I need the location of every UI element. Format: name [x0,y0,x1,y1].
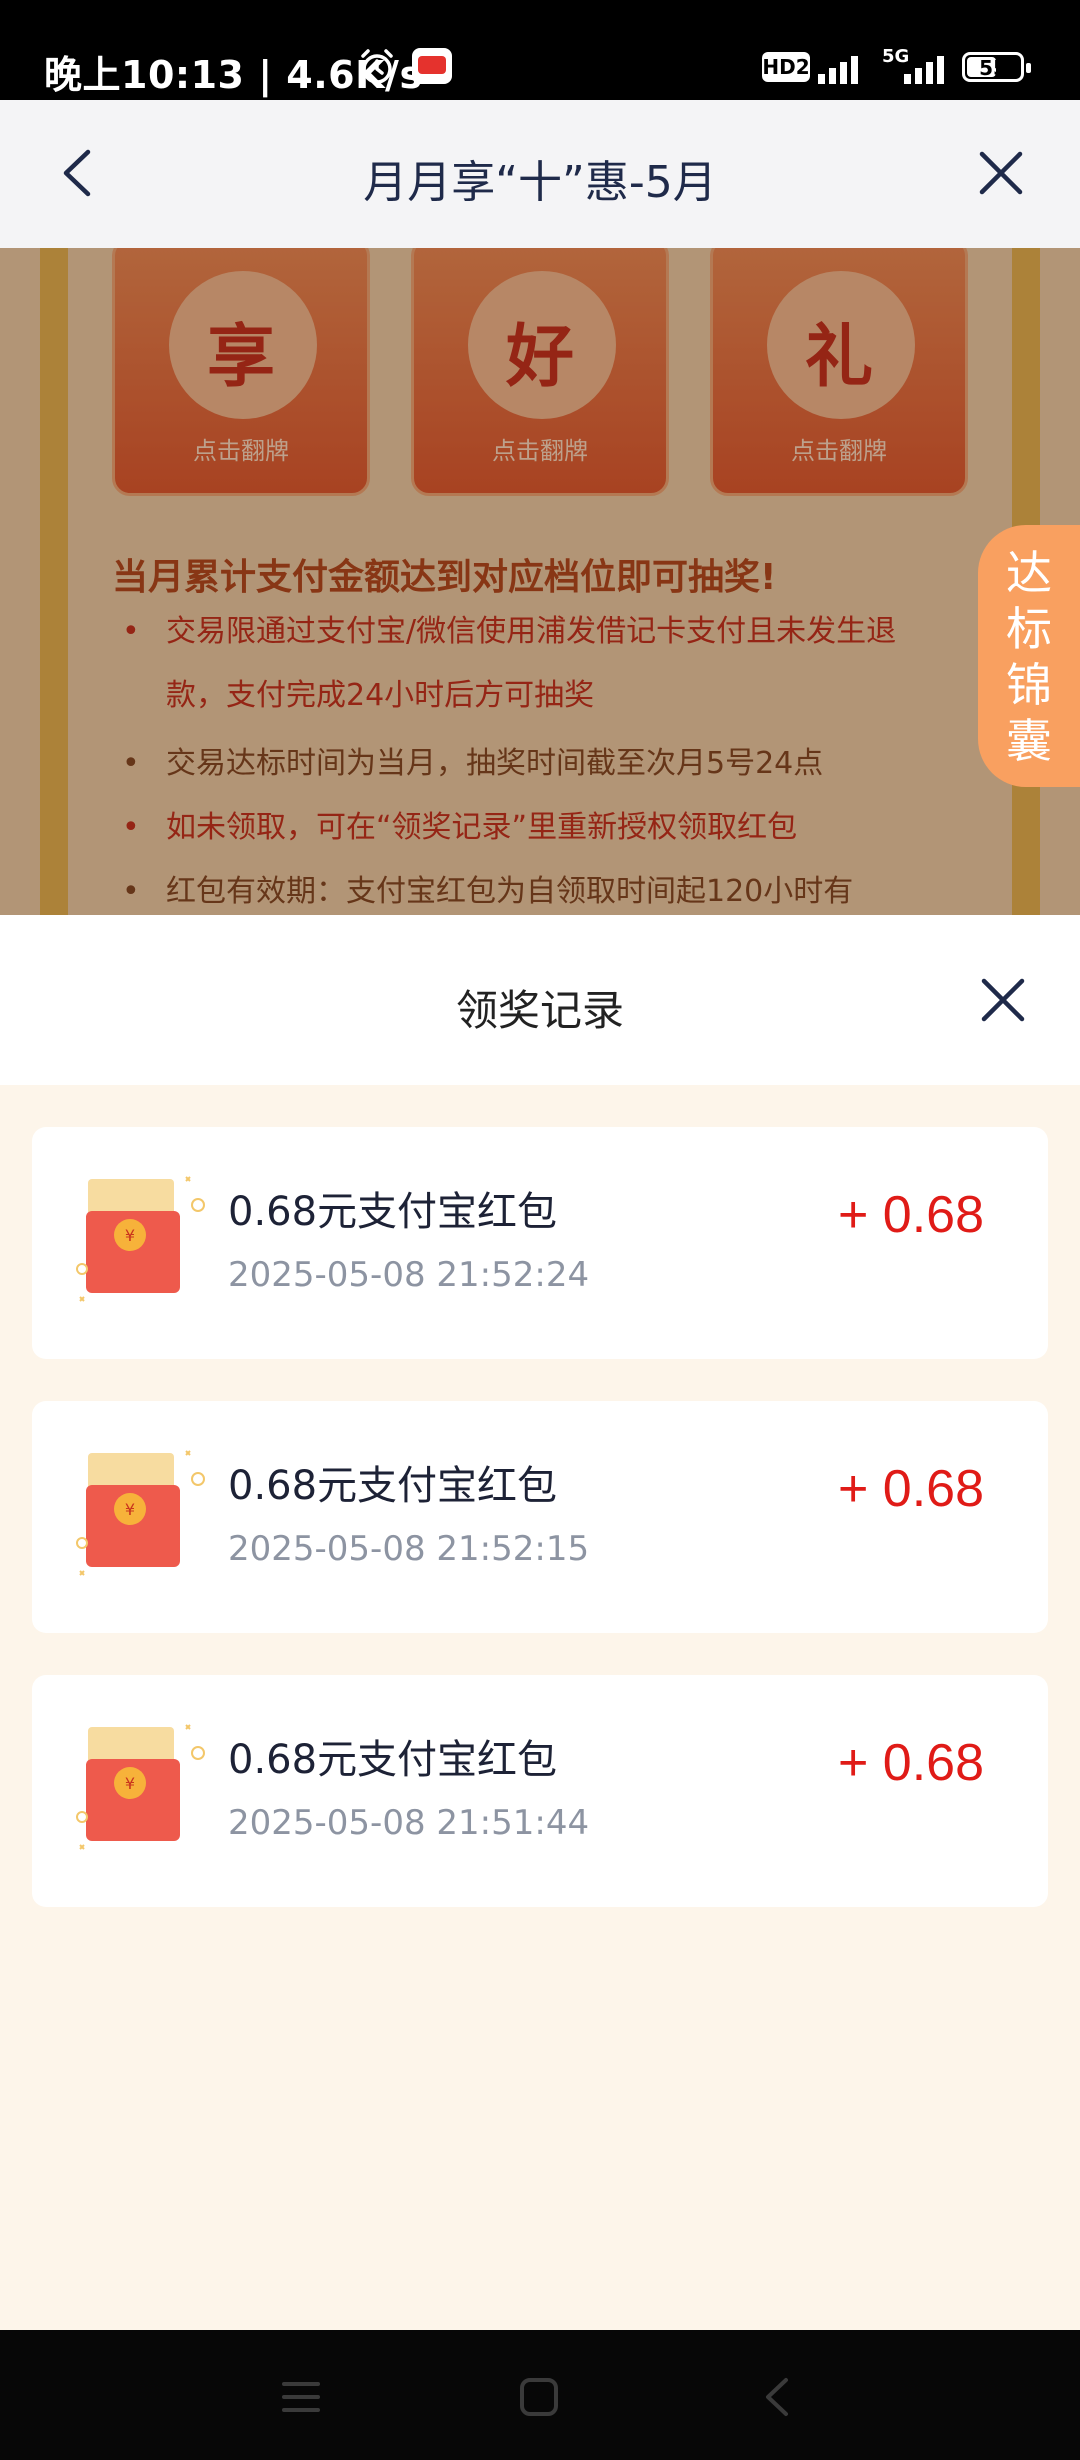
system-nav-bar [0,2330,1080,2460]
record-amount: + 0.68 [837,1186,984,1244]
red-envelope-icon: ¥ [76,1176,205,1302]
alarm-clock-icon [361,49,393,84]
tips-tab-label: 达标锦囊 [1006,546,1052,768]
signal-icon [818,52,868,84]
record-time: 2025-05-08 21:52:24 [228,1255,590,1295]
prize-record-sheet: 领奖记录 ¥ 0.68元支付宝红包 2025-05-08 21:52:24 + … [0,915,1080,2330]
app-notification-icon [412,48,452,84]
sheet-header: 领奖记录 [0,915,1080,1085]
modal-overlay[interactable] [0,248,1080,915]
battery-icon: 55 [962,52,1031,82]
red-envelope-icon: ¥ [76,1724,205,1850]
record-title: 0.68元支付宝红包 [228,1463,558,1509]
page-title: 月月享“十”惠-5月 [363,157,717,208]
record-amount: + 0.68 [837,1734,984,1792]
svg-text:¥: ¥ [125,1774,135,1793]
status-bar: 晚上10:13 | 4.6K/s HD2 5G 55 [0,0,1080,100]
svg-text:¥: ¥ [125,1500,135,1519]
svg-text:¥: ¥ [125,1226,135,1245]
close-icon[interactable] [974,146,1028,200]
hd-badge: HD2 [762,52,810,82]
record-title: 0.68元支付宝红包 [228,1737,558,1783]
record-item: ¥ 0.68元支付宝红包 2025-05-08 21:52:24 + 0.68 [32,1127,1048,1359]
record-time: 2025-05-08 21:52:15 [228,1529,590,1569]
record-time: 2025-05-08 21:51:44 [228,1803,590,1843]
menu-icon[interactable] [276,2372,326,2422]
sheet-close-icon[interactable] [978,975,1028,1025]
record-amount: + 0.68 [837,1460,984,1518]
tips-floating-tab[interactable]: 达标锦囊 [978,525,1080,787]
record-item: ¥ 0.68元支付宝红包 2025-05-08 21:52:15 + 0.68 [32,1401,1048,1633]
sheet-title: 领奖记录 [455,986,624,1035]
record-item: ¥ 0.68元支付宝红包 2025-05-08 21:51:44 + 0.68 [32,1675,1048,1907]
nav-bar: 月月享“十”惠-5月 [0,100,1080,248]
back-icon[interactable] [754,2372,804,2422]
battery-level-text: 55 [979,56,1007,80]
red-envelope-icon: ¥ [76,1450,205,1576]
signal-icon-2 [904,52,954,84]
record-title: 0.68元支付宝红包 [228,1189,558,1235]
home-icon[interactable] [514,2372,564,2422]
